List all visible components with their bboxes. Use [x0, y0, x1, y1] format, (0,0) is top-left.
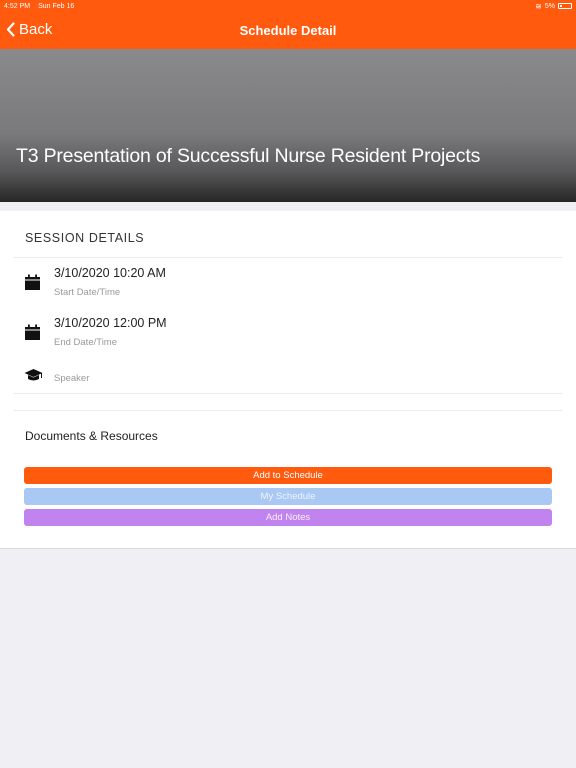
divider — [13, 257, 563, 258]
page-title: Schedule Detail — [239, 23, 337, 38]
wifi-icon: ≋ — [535, 1, 542, 11]
status-right: ≋ 5% — [535, 2, 572, 11]
divider — [13, 410, 563, 411]
battery-percent: 5% — [544, 2, 555, 10]
session-details-card: SESSION DETAILS 3/10/2020 10:20 AM Start… — [0, 211, 576, 549]
status-bar: 4:52 PM Sun Feb 16 ≋ 5% — [0, 0, 576, 12]
nav-bar: Back Schedule Detail — [0, 12, 576, 49]
status-date: Sun Feb 16 — [38, 2, 75, 10]
end-date-value: 3/10/2020 12:00 PM — [54, 316, 167, 330]
add-to-schedule-button[interactable]: Add to Schedule — [24, 467, 552, 484]
status-time: 4:52 PM — [4, 2, 31, 10]
battery-icon — [558, 3, 572, 9]
start-date-label: Start Date/Time — [54, 287, 121, 298]
my-schedule-button[interactable]: My Schedule — [24, 488, 552, 505]
speaker-label: Speaker — [54, 373, 90, 384]
start-date-value: 3/10/2020 10:20 AM — [54, 266, 166, 280]
session-title: T3 Presentation of Successful Nurse Resi… — [16, 145, 481, 167]
calendar-icon — [25, 324, 40, 340]
calendar-icon — [25, 274, 40, 290]
graduation-cap-icon — [24, 369, 43, 381]
documents-resources-link[interactable]: Documents & Resources — [25, 429, 158, 443]
end-date-label: End Date/Time — [54, 337, 118, 348]
section-header: SESSION DETAILS — [25, 231, 145, 245]
divider — [13, 393, 563, 394]
add-notes-button[interactable]: Add Notes — [24, 509, 552, 526]
hero-banner: T3 Presentation of Successful Nurse Resi… — [0, 49, 576, 202]
